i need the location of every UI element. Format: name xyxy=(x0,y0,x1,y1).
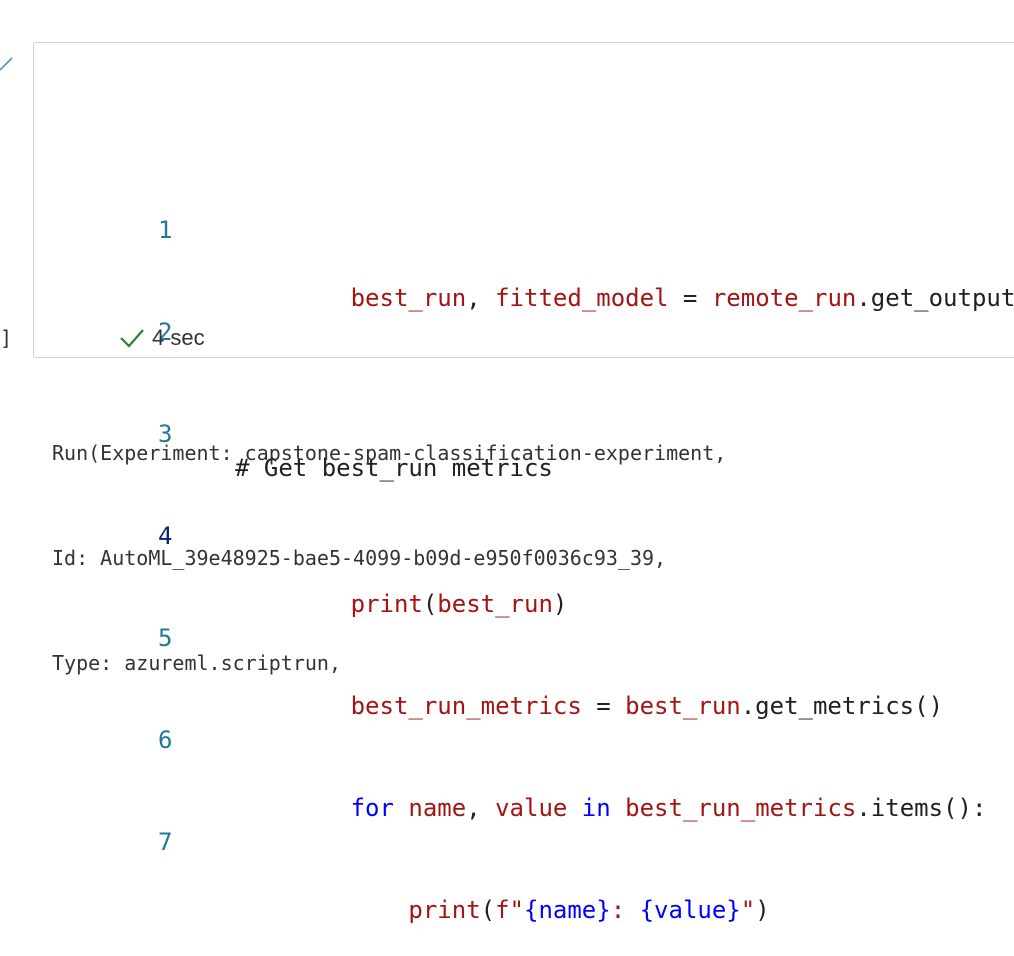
output-line: Id: AutoML_39e48925-bae5-4099-b09d-e950f… xyxy=(52,546,667,570)
line-number: 7 xyxy=(158,828,173,856)
output-line: Type: azureml.scriptrun, xyxy=(52,651,341,675)
line-number: 1 xyxy=(158,216,173,244)
execution-status: 4 sec xyxy=(118,322,205,354)
check-icon xyxy=(120,329,144,348)
cell-output: Run(Experiment: capstone-spam-classifica… xyxy=(52,366,726,716)
execution-duration: 4 sec xyxy=(152,325,205,350)
line-number: 6 xyxy=(158,726,173,754)
code-line-1[interactable]: 1 best_run, fitted_model = remote_run.ge… xyxy=(34,179,1014,312)
execution-count-bracket: ] xyxy=(0,326,13,350)
cell-executed-check-icon xyxy=(0,57,13,71)
code-cell[interactable]: 1 best_run, fitted_model = remote_run.ge… xyxy=(33,42,1014,924)
output-line: Run(Experiment: capstone-spam-classifica… xyxy=(52,441,727,465)
